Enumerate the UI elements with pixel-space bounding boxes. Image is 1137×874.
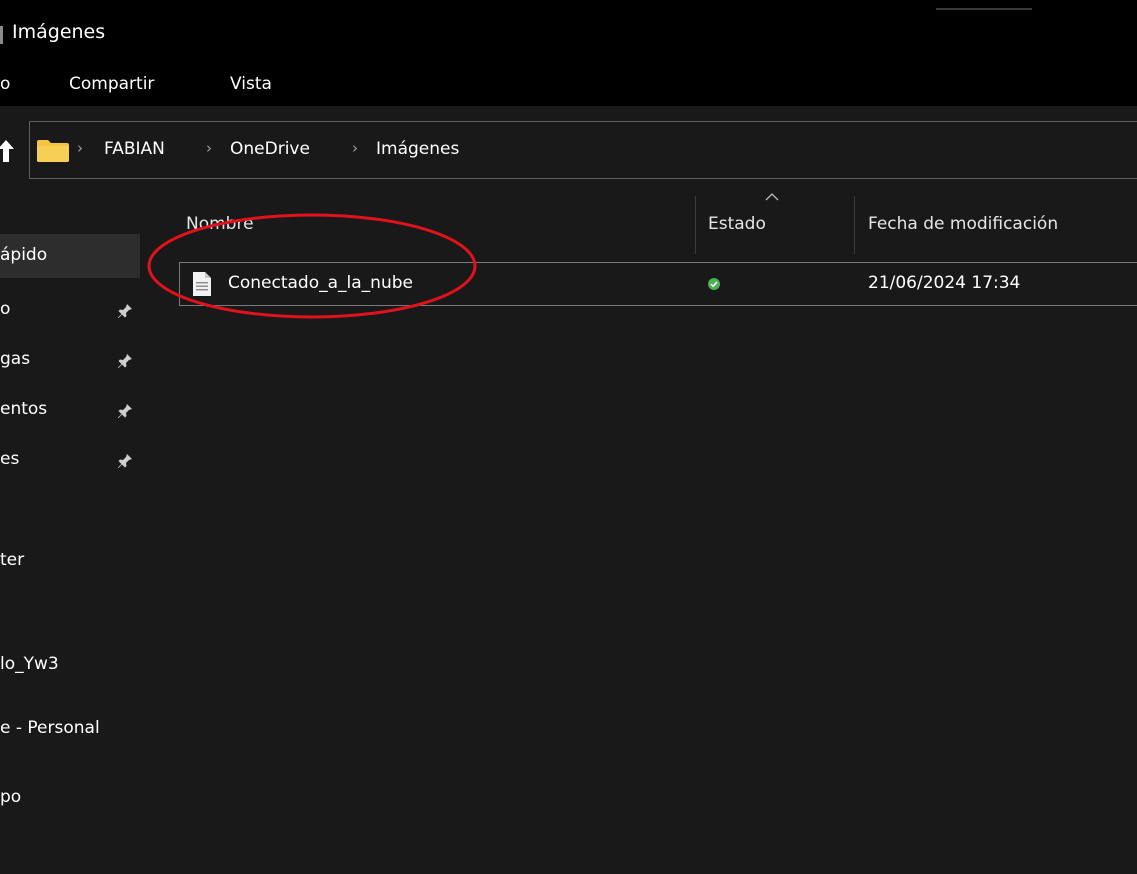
column-header-name[interactable]: Nombre [186,214,254,234]
check-circle-icon [708,278,720,290]
file-name: Conectado_a_la_nube [228,273,413,293]
sidebar-item-label: po [0,787,22,807]
sidebar-item-descargas[interactable]: gas [0,338,140,382]
ribbon-tab-archivo[interactable]: o [0,74,10,94]
sidebar-item-escritorio[interactable]: o [0,288,140,332]
file-list-pane: Nombre Estado Fecha de modificación Cone… [148,193,1137,874]
sidebar-item-label: e - Personal [0,718,100,738]
sidebar-item-label: o [0,299,11,319]
address-bar[interactable]: › FABIAN › OneDrive › Imágenes [29,121,1137,179]
breadcrumb-separator: › [206,139,212,157]
sidebar-item-label: gas [0,349,31,369]
breadcrumb-separator: › [352,139,358,157]
column-header-row: Nombre Estado Fecha de modificación [148,193,1137,256]
title-separator [0,26,3,44]
up-arrow-icon[interactable] [0,136,16,166]
sidebar-item-label: entos [0,399,48,419]
folder-icon [37,140,69,162]
column-divider[interactable] [854,196,855,254]
address-row: › FABIAN › OneDrive › Imágenes [0,106,1137,196]
window-title: Imágenes [12,21,106,43]
sidebar-item-ter[interactable]: ter [0,539,140,583]
file-row[interactable]: Conectado_a_la_nube 21/06/2024 17:34 [179,262,1137,306]
sidebar-item-label: lo_Yw3 [0,654,59,674]
column-divider[interactable] [695,196,696,254]
title-bar: Imágenes [0,0,1137,62]
ribbon-menu: o Compartir Vista [0,62,1137,106]
sidebar-item-label: es [0,449,20,469]
pin-icon [118,354,132,368]
file-explorer-window: Imágenes o Compartir Vista › FABIAN › On… [0,0,1137,874]
ribbon-tab-compartir[interactable]: Compartir [69,74,154,94]
pin-icon [118,404,132,418]
pin-icon [118,304,132,318]
title-decoration [936,8,1032,10]
sidebar-item-este-equipo[interactable]: po [0,776,140,820]
breadcrumb-imagenes[interactable]: Imágenes [376,139,459,159]
sidebar-item-documentos[interactable]: entos [0,388,140,432]
sidebar-item-acceso-rapido[interactable]: ápido [0,234,140,278]
sidebar-item-imagenes[interactable]: es [0,438,140,482]
breadcrumb-separator: › [77,139,83,157]
column-header-status[interactable]: Estado [708,214,766,234]
file-date: 21/06/2024 17:34 [868,273,1021,293]
column-header-date[interactable]: Fecha de modificación [868,214,1058,234]
sidebar-item-label: ter [0,550,25,570]
pin-icon [118,454,132,468]
sort-ascending-icon [765,193,779,201]
sidebar-item-onedrive-personal[interactable]: e - Personal [0,707,140,751]
document-icon [193,272,211,296]
breadcrumb-onedrive[interactable]: OneDrive [230,139,310,159]
sidebar-item-label: ápido [0,245,48,265]
sidebar-item-yw3[interactable]: lo_Yw3 [0,643,140,687]
ribbon-tab-vista[interactable]: Vista [230,74,272,94]
navigation-pane: ápido o gas entos es ter lo_Yw3 e - Pers… [0,196,148,874]
breadcrumb-fabian[interactable]: FABIAN [104,139,165,159]
